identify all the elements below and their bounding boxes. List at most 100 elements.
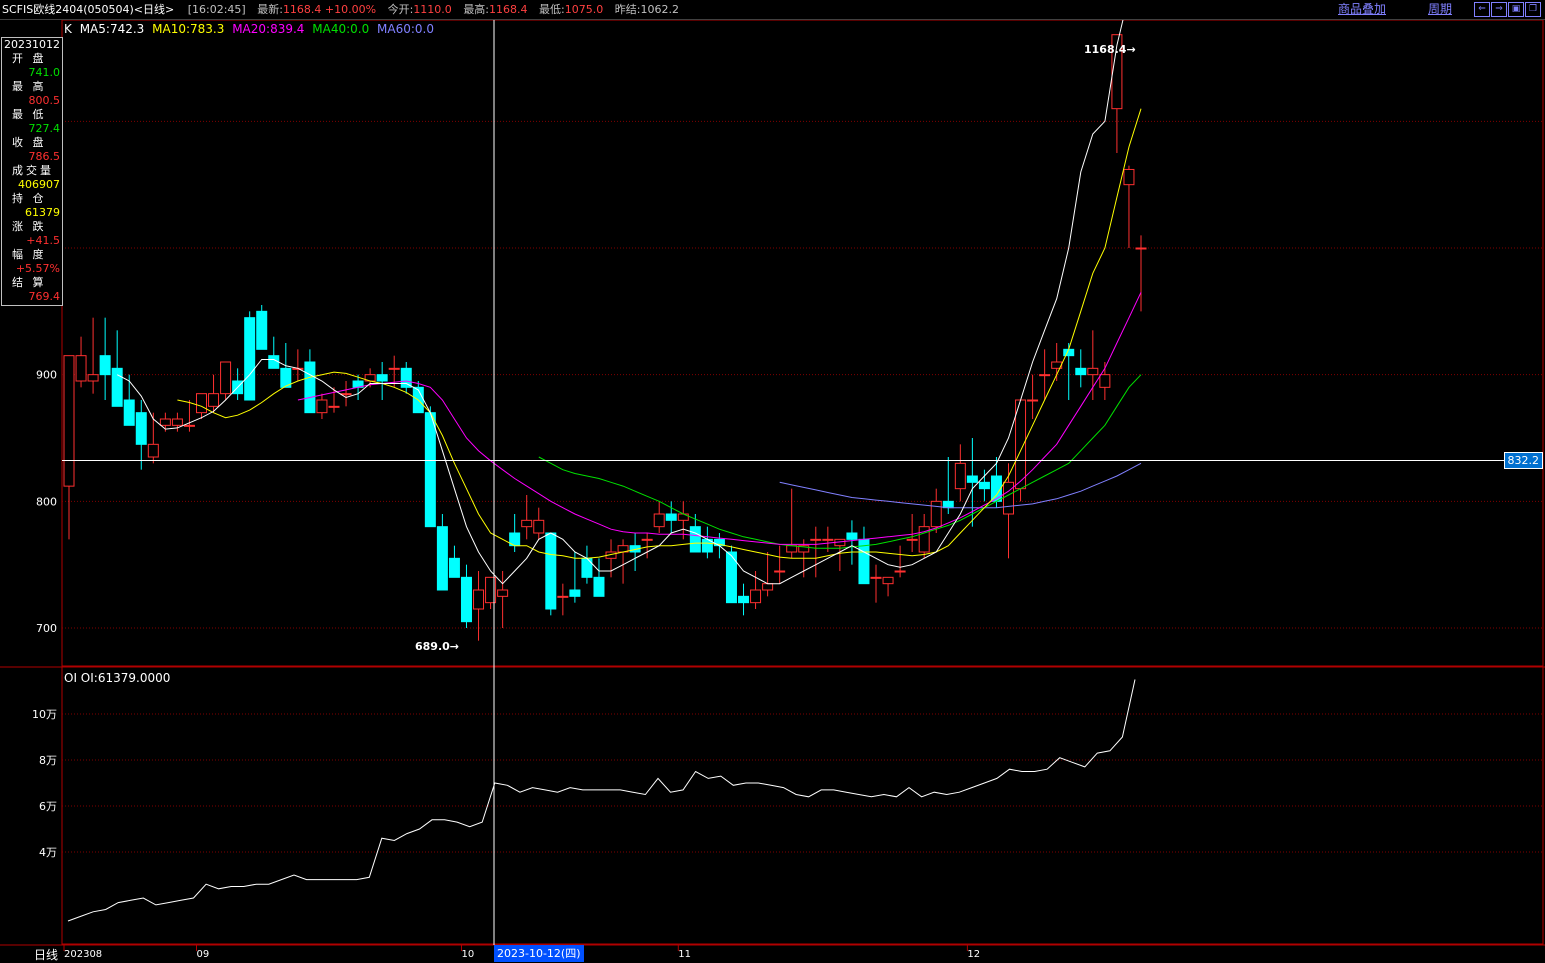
candle-body — [750, 589, 762, 604]
oi-legend: OI OI:61379.0000 — [64, 671, 171, 685]
candle-body — [388, 367, 400, 370]
candle-body — [738, 595, 750, 604]
info-value: +5.57% — [15, 262, 60, 275]
candle-body — [63, 355, 75, 487]
candle-body — [460, 576, 472, 623]
candle-body — [954, 462, 966, 490]
restore-icon[interactable]: ❐ — [1525, 2, 1541, 17]
info-value: 741.0 — [28, 66, 61, 79]
candle-body — [942, 500, 954, 509]
candle-body — [521, 519, 533, 528]
high-value: 1168.4 — [489, 3, 528, 16]
prev-settle-label: 昨结: — [614, 3, 641, 16]
info-value: 800.5 — [28, 94, 61, 107]
prev-settle-value: 1062.2 — [640, 3, 679, 16]
max-price-value: 1168.4 — [1084, 43, 1127, 56]
low-label: 最低: — [539, 3, 565, 16]
candle-body — [846, 532, 858, 540]
info-value: 406907 — [18, 178, 60, 191]
ma20-label: MA20:839.4 — [232, 22, 305, 36]
candle-body — [87, 374, 99, 382]
ma60-label: MA60:0.0 — [377, 22, 435, 36]
candle-body — [1135, 247, 1147, 250]
period-label: 日线 — [34, 948, 59, 962]
high-label: 最高: — [463, 3, 490, 16]
candle-body — [424, 412, 436, 528]
oi-line — [67, 679, 1136, 922]
x-tick-label: 10 — [461, 949, 474, 960]
candle-body — [822, 538, 834, 541]
candle-body — [111, 367, 123, 407]
price-tick-label: 700 — [36, 622, 57, 635]
chart-area[interactable]: 900 800 700 10万 8万 6万 4万 202308 09 10 11 12 — [0, 0, 1545, 963]
candle-body — [786, 545, 798, 553]
price-tick-label: 800 — [36, 495, 57, 508]
x-tick-label: 202308 — [64, 949, 102, 960]
period-link[interactable]: 周期 — [1428, 0, 1452, 19]
x-tick-label: 11 — [678, 949, 691, 960]
grid-lines — [0, 19, 1545, 946]
latest-label: 最新: — [257, 3, 283, 16]
ma10-label: MA10:783.3 — [152, 22, 225, 36]
x-tick-label: 12 — [967, 949, 980, 960]
candle-body — [183, 424, 195, 427]
oi-tick-label: 10万 — [32, 708, 57, 721]
ma40-label: MA40:0.0 — [312, 22, 370, 36]
open-interest-series — [67, 679, 1136, 922]
arrow-left-icon[interactable]: ⇐ — [1474, 2, 1490, 17]
price-tick-label: 900 — [36, 369, 57, 382]
oi-tick-label: 4万 — [39, 846, 57, 859]
candle-body — [774, 570, 786, 573]
candle-body — [304, 361, 316, 414]
candle-body — [762, 583, 774, 591]
ma5-label: MA5:742.3 — [79, 22, 145, 36]
candle-body — [123, 399, 135, 426]
candle-body — [99, 355, 111, 376]
candle-body — [436, 526, 448, 591]
candle-body — [171, 418, 183, 426]
candle-body — [569, 589, 581, 597]
candle-body — [545, 532, 557, 610]
candle-body — [966, 475, 978, 483]
overlay-link[interactable]: 商品叠加 — [1338, 0, 1386, 19]
info-label: 幅 度 — [12, 248, 47, 261]
candle-body — [533, 519, 545, 534]
candle-body — [894, 570, 906, 573]
min-price-value: 689.0 — [415, 640, 450, 653]
candle-body — [448, 557, 460, 578]
maximize-icon[interactable]: ▣ — [1508, 2, 1524, 17]
open-value: 1110.0 — [413, 3, 452, 16]
candle-body — [1123, 168, 1135, 186]
candle-body — [244, 317, 256, 401]
oi-tick-label: 8万 — [39, 754, 57, 767]
info-date: 20231012 — [4, 38, 60, 51]
cursor-date-tag: 2023-10-12(四) — [494, 945, 584, 962]
candle-body — [1039, 374, 1051, 377]
cursor-price-tag: 832.2 — [1503, 452, 1543, 469]
ma40-line — [538, 374, 1142, 549]
candle-body — [870, 576, 882, 579]
candle-body — [497, 589, 509, 597]
info-value: +41.5 — [26, 234, 60, 247]
x-tick-label: 09 — [196, 949, 209, 960]
candle-body — [316, 399, 328, 414]
oi-tick-label: 6万 — [39, 800, 57, 813]
arrow-right-icon[interactable]: ⇒ — [1491, 2, 1507, 17]
low-value: 1075.0 — [564, 3, 604, 16]
candle-body — [195, 393, 207, 414]
candle-body — [473, 589, 485, 610]
title-bar: SCFIS欧线2404(050504)<日线> [16:02:45] 最新: 11… — [0, 0, 1545, 20]
candle-body — [1027, 399, 1039, 402]
candle-body — [400, 367, 412, 388]
candle-body — [930, 500, 942, 528]
candle-body — [581, 557, 593, 578]
info-label: 成交量 — [12, 164, 54, 177]
candlestick-series — [63, 34, 1147, 641]
ma5-line — [116, 0, 1129, 585]
instrument-title: SCFIS欧线2404(050504)<日线> — [2, 3, 175, 16]
candle-body — [810, 538, 822, 541]
update-time: [16:02:45] — [187, 3, 246, 16]
candle-body — [256, 310, 268, 350]
info-label: 收 盘 — [12, 136, 47, 149]
candle-body — [220, 361, 232, 395]
